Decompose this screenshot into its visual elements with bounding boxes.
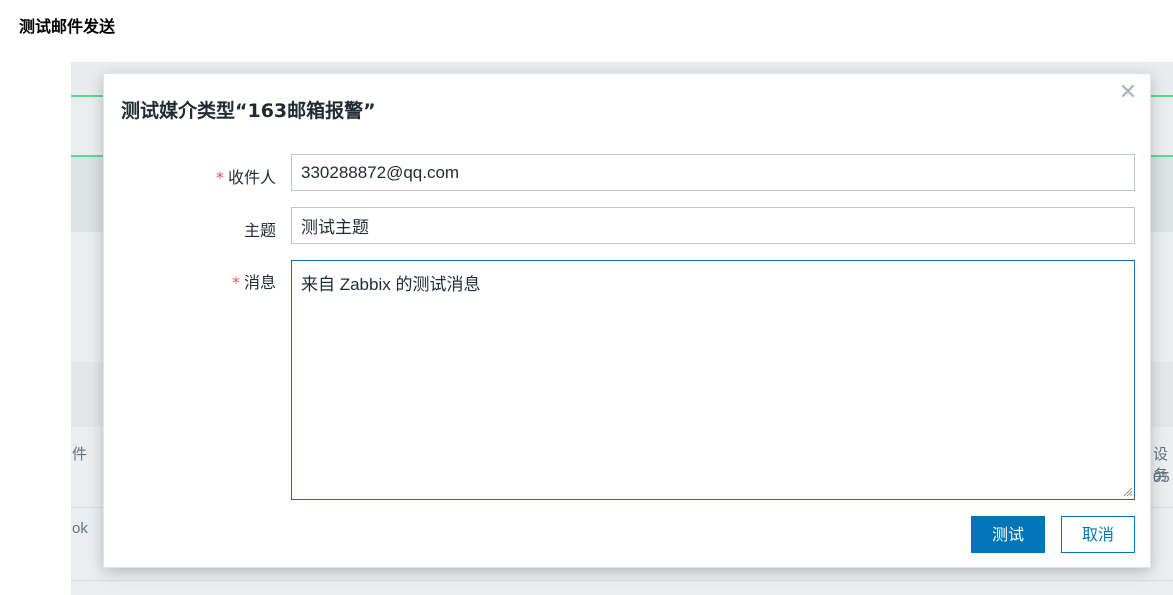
dialog-title: 测试媒介类型“163邮箱报警”	[121, 100, 376, 122]
required-marker: *	[231, 273, 240, 292]
message-label-text: 消息	[243, 273, 276, 292]
close-icon[interactable]: ✕	[1117, 82, 1139, 104]
background-divider	[71, 155, 104, 157]
background-divider	[1151, 155, 1173, 157]
required-marker: *	[215, 168, 224, 187]
background-text: 件	[72, 446, 88, 463]
cancel-button[interactable]: 取消	[1061, 516, 1135, 553]
message-label: * 消息	[184, 269, 276, 293]
background-divider	[1151, 95, 1173, 97]
test-media-type-dialog: 测试媒介类型“163邮箱报警” ✕ *收件人 主题 *消息 来自 Zabbix …	[103, 73, 1151, 568]
resize-handle-icon[interactable]	[1122, 486, 1132, 496]
background-text: ok	[72, 520, 88, 537]
recipient-label: * 收件人	[184, 164, 276, 188]
subject-label: 主题	[243, 221, 276, 240]
background-divider	[71, 95, 104, 97]
subject-input[interactable]	[291, 207, 1135, 244]
page-title: 测试邮件发送	[19, 17, 116, 36]
background-text: 05	[1153, 469, 1170, 486]
test-button[interactable]: 测试	[971, 516, 1045, 553]
recipient-input[interactable]	[291, 154, 1135, 191]
message-textarea[interactable]: 来自 Zabbix 的测试消息	[291, 260, 1135, 500]
recipient-label-text: 收件人	[227, 168, 276, 187]
